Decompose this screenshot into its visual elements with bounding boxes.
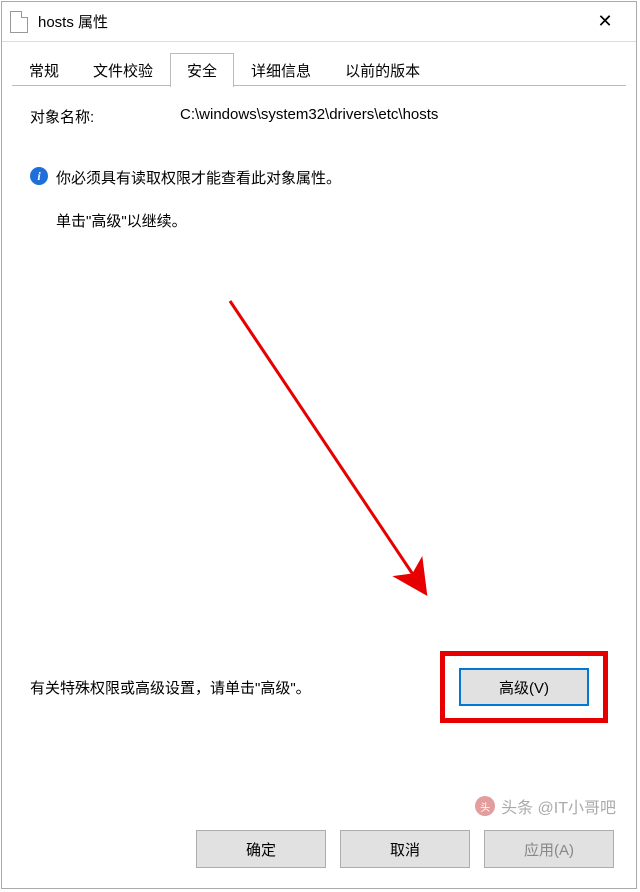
window-title: hosts 属性 — [38, 11, 582, 32]
object-name-label: 对象名称: — [30, 106, 180, 127]
apply-button[interactable]: 应用(A) — [484, 830, 614, 868]
tab-strip: 常规 文件校验 安全 详细信息 以前的版本 — [2, 42, 636, 86]
ok-button[interactable]: 确定 — [196, 830, 326, 868]
continue-message: 单击"高级"以继续。 — [56, 210, 608, 231]
highlight-box: 高级(V) — [440, 651, 608, 723]
tab-file-verify[interactable]: 文件校验 — [76, 53, 170, 87]
permissions-hint: 有关特殊权限或高级设置，请单击"高级"。 — [30, 677, 440, 698]
advanced-button[interactable]: 高级(V) — [459, 668, 589, 706]
info-icon: i — [30, 167, 48, 185]
tab-details[interactable]: 详细信息 — [234, 53, 328, 87]
tab-previous-versions[interactable]: 以前的版本 — [328, 53, 437, 87]
object-name-value: C:\windows\system32\drivers\etc\hosts — [180, 106, 438, 127]
properties-dialog: hosts 属性 ✕ 常规 文件校验 安全 详细信息 以前的版本 对象名称: C… — [1, 1, 637, 889]
info-message: 你必须具有读取权限才能查看此对象属性。 — [56, 167, 341, 188]
tab-general[interactable]: 常规 — [12, 53, 76, 87]
tab-content: 对象名称: C:\windows\system32\drivers\etc\ho… — [2, 86, 636, 814]
tab-security[interactable]: 安全 — [170, 53, 234, 87]
dialog-button-bar: 确定 取消 应用(A) — [2, 814, 636, 888]
title-bar: hosts 属性 ✕ — [2, 2, 636, 42]
close-button[interactable]: ✕ — [582, 3, 628, 41]
cancel-button[interactable]: 取消 — [340, 830, 470, 868]
file-icon — [10, 11, 28, 33]
